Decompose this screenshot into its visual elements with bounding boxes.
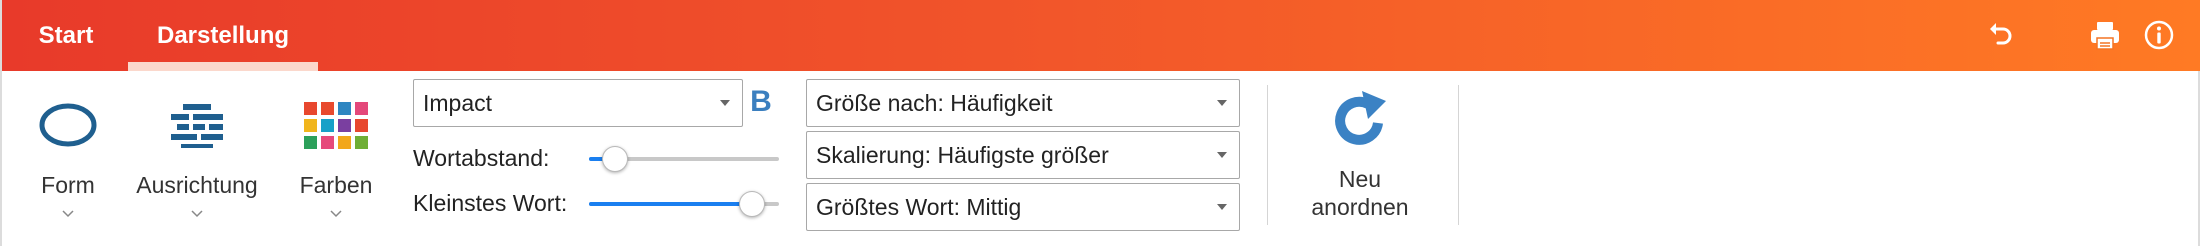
ribbon-darstellung: Form Ausrichtung Farben Impact B Wortabs… [2, 71, 2200, 246]
skalierung-value: Skalierung: Häufigste größer [816, 141, 1109, 168]
ellipse-shape-icon [38, 95, 98, 155]
palette-swatch [355, 135, 368, 149]
chevron-down-icon [329, 205, 343, 223]
groesse-nach-select[interactable]: Größe nach: Häufigkeit [806, 79, 1240, 127]
wortabstand-slider[interactable] [589, 146, 779, 172]
ribbon-divider [1267, 85, 1268, 225]
groesse-nach-value: Größe nach: Häufigkeit [816, 89, 1053, 116]
groesstes-wort-select[interactable]: Größtes Wort: Mittig [806, 183, 1240, 231]
undo-icon[interactable] [1980, 14, 2022, 56]
kleinstes-wort-label: Kleinstes Wort: [413, 190, 568, 216]
palette-swatch [355, 118, 368, 132]
neu-anordnen-button[interactable]: Neu anordnen [1290, 71, 1430, 241]
dropdown-arrow-icon [1217, 152, 1227, 158]
ribbon-divider [1458, 85, 1459, 225]
slider-thumb[interactable] [738, 191, 765, 217]
tab-bar: Start Darstellung [2, 0, 2200, 71]
palette-swatch [321, 118, 334, 132]
palette-swatch [338, 135, 351, 149]
palette-swatch [321, 135, 334, 149]
kleinstes-wort-slider[interactable] [589, 191, 779, 217]
active-tab-indicator [128, 62, 318, 71]
bold-toggle[interactable]: B [748, 83, 774, 121]
palette-swatch [338, 118, 351, 132]
font-select-value: Impact [423, 89, 493, 116]
wortabstand-label: Wortabstand: [413, 145, 550, 171]
tab-start[interactable]: Start [22, 0, 110, 71]
palette-swatch [304, 101, 317, 115]
palette-swatch [321, 101, 334, 115]
brick-layout-icon [167, 95, 227, 155]
palette-swatch [338, 101, 351, 115]
farben-label: Farben [299, 172, 373, 198]
skalierung-select[interactable]: Skalierung: Häufigste größer [806, 131, 1240, 179]
dropdown-arrow-icon [1217, 100, 1227, 106]
tab-darstellung-label: Darstellung [156, 21, 290, 49]
palette-swatch [304, 118, 317, 132]
tab-start-label: Start [38, 21, 94, 49]
ausrichtung-label: Ausrichtung [136, 172, 258, 198]
tab-darstellung[interactable]: Darstellung [128, 0, 318, 71]
neu-anordnen-label: Neu anordnen [1311, 166, 1409, 220]
font-select[interactable]: Impact [413, 79, 743, 127]
form-label: Form [41, 172, 95, 198]
dropdown-arrow-icon [1217, 204, 1227, 210]
app-window: Start Darstellung Form Ausrichtung Farbe… [0, 0, 2200, 246]
groesstes-wort-value: Größtes Wort: Mittig [816, 193, 1022, 220]
print-icon[interactable] [2084, 14, 2126, 56]
chevron-down-icon [61, 205, 75, 223]
ausrichtung-button[interactable]: Ausrichtung [122, 71, 272, 241]
palette-swatch [355, 101, 368, 115]
form-button[interactable]: Form [22, 71, 114, 241]
farben-button[interactable]: Farben [288, 71, 384, 241]
palette-swatch [304, 135, 317, 149]
dropdown-arrow-icon [720, 100, 730, 106]
color-palette-icon [304, 95, 368, 155]
chevron-down-icon [190, 205, 204, 223]
info-icon[interactable] [2138, 14, 2180, 56]
refresh-icon [1328, 91, 1392, 151]
slider-thumb[interactable] [601, 146, 628, 172]
